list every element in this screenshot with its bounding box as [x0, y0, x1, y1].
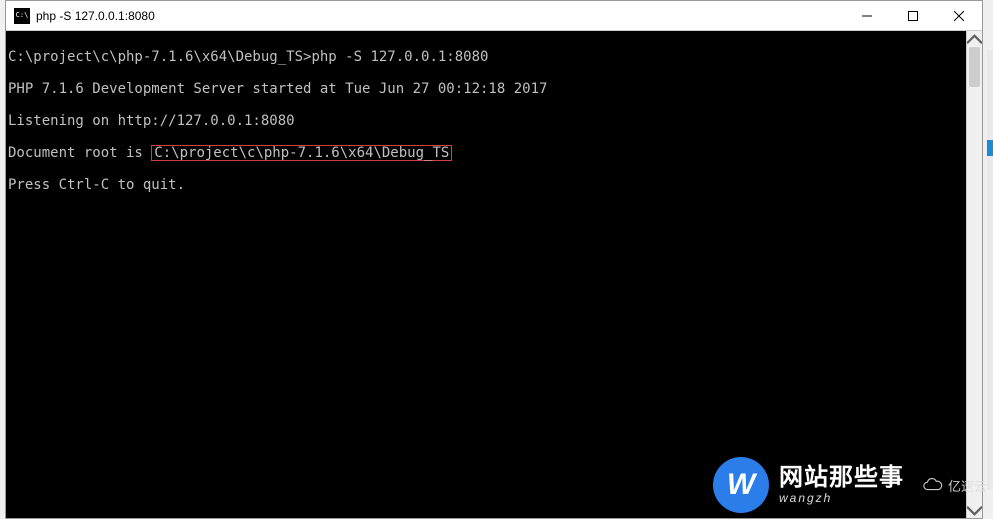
- close-icon: [954, 11, 964, 21]
- maximize-icon: [908, 11, 918, 21]
- chevron-down-icon: [967, 503, 982, 518]
- prompt-path: C:\project\c\php-7.1.6\x64\Debug_TS>: [8, 49, 311, 65]
- minimize-icon: [862, 11, 872, 21]
- scroll-down-button[interactable]: [967, 502, 982, 518]
- window-controls: [844, 1, 982, 30]
- background-partial: [987, 50, 993, 490]
- scroll-up-button[interactable]: [967, 31, 982, 47]
- scrollbar-track[interactable]: [967, 47, 982, 502]
- console-area: C:\project\c\php-7.1.6\x64\Debug_TS>php …: [6, 31, 982, 518]
- titlebar[interactable]: php -S 127.0.0.1:8080: [6, 1, 982, 31]
- minimize-button[interactable]: [844, 1, 890, 30]
- command-text: php -S 127.0.0.1:8080: [311, 49, 488, 65]
- output-line: Document root is C:\project\c\php-7.1.6\…: [8, 145, 964, 161]
- console-window: php -S 127.0.0.1:8080 C:\project\c\php-7…: [5, 0, 983, 519]
- chevron-up-icon: [967, 32, 982, 47]
- docroot-prefix: Document root is: [8, 145, 151, 161]
- docroot-highlight: C:\project\c\php-7.1.6\x64\Debug_TS: [151, 145, 452, 161]
- cmd-icon: [14, 8, 30, 24]
- output-line: Press Ctrl-C to quit.: [8, 177, 964, 193]
- console-output[interactable]: C:\project\c\php-7.1.6\x64\Debug_TS>php …: [6, 31, 966, 518]
- output-line: PHP 7.1.6 Development Server started at …: [8, 81, 964, 97]
- vertical-scrollbar[interactable]: [966, 31, 982, 518]
- prompt-line: C:\project\c\php-7.1.6\x64\Debug_TS>php …: [8, 49, 964, 65]
- window-title: php -S 127.0.0.1:8080: [36, 9, 844, 23]
- output-line: Listening on http://127.0.0.1:8080: [8, 113, 964, 129]
- close-button[interactable]: [936, 1, 982, 30]
- maximize-button[interactable]: [890, 1, 936, 30]
- scrollbar-thumb[interactable]: [969, 47, 980, 87]
